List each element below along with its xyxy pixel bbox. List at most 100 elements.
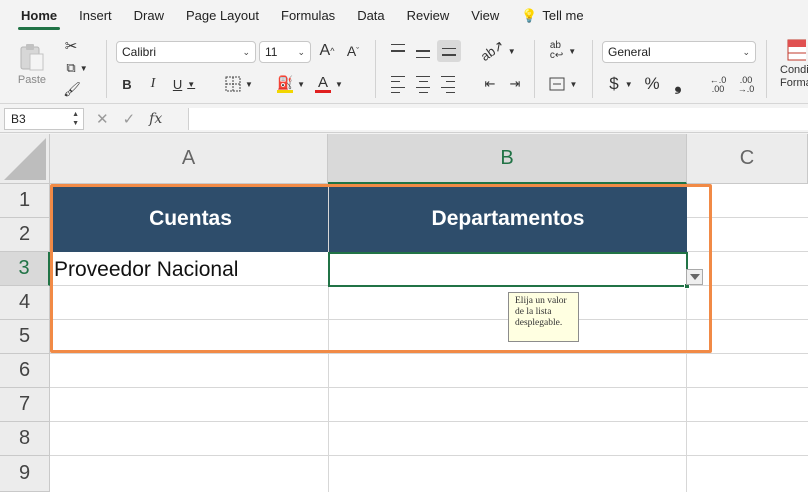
decrease-decimal-button[interactable]: .00 →.0 (734, 74, 758, 96)
orientation-button[interactable]: ab↗ ▼ (478, 37, 516, 64)
chevron-down-icon: ▼ (187, 79, 196, 89)
increase-decimal-button[interactable]: ←.0 .00 (706, 74, 730, 96)
column-header-b[interactable]: B (328, 134, 687, 184)
validation-input-message: Elija un valor de la lista desplegable. (508, 292, 579, 342)
divider (106, 40, 107, 98)
worksheet-grid: A B C 1 2 3 4 5 6 7 8 9 Cuentas Departam… (0, 134, 808, 492)
wrap-text-button[interactable]: ab c↩ ▼ (545, 40, 581, 62)
italic-button[interactable]: I (144, 73, 162, 95)
decrease-font-size-button[interactable]: Aˇ (342, 40, 364, 62)
chevron-down-icon: ▼ (568, 46, 577, 56)
decrease-indent-button[interactable]: ⇤ (481, 73, 499, 95)
cell-b3-active[interactable] (328, 252, 690, 289)
ribbon-home: Paste ✂ ⧉ ▼ 🖌 Calibri ⌄ 11 ⌄ A ^ Aˇ B I U ▼ ▼… (0, 32, 808, 104)
insert-function-icon[interactable]: fx (149, 111, 162, 127)
tab-tell-me[interactable]: 💡 Tell me (510, 0, 594, 32)
copy-icon[interactable]: ⧉ ▼ (61, 59, 93, 77)
row-header-7[interactable]: 7 (0, 388, 50, 422)
row-header-4[interactable]: 4 (0, 286, 50, 320)
conditional-formatting-icon (787, 39, 806, 61)
merge-center-button[interactable]: ▼ (545, 73, 581, 95)
chevron-down-icon: ▼ (79, 63, 88, 73)
increase-indent-icon: ⇥ (509, 76, 521, 91)
tab-data[interactable]: Data (346, 0, 395, 32)
lightbulb-icon: 💡 (521, 8, 538, 23)
gridline (50, 319, 808, 320)
tab-draw[interactable]: Draw (123, 0, 175, 32)
comma-style-button[interactable]: ❟ (670, 72, 686, 96)
chevron-down-icon: ▼ (335, 79, 343, 89)
formula-bar: B3 ▲ ▼ ✕ ✓ fx (0, 105, 808, 133)
font-name-dropdown[interactable]: Calibri ⌄ (116, 41, 256, 63)
chevron-down-icon: ▼ (569, 79, 578, 89)
clipboard-icon (20, 44, 44, 71)
font-color-button[interactable]: A ▼ (312, 72, 346, 96)
paint-bucket-icon: ⛽ (277, 75, 293, 93)
number-format-dropdown[interactable]: General ⌄ (602, 41, 756, 63)
paste-label: Paste (17, 74, 47, 86)
row-header-2[interactable]: 2 (0, 218, 50, 252)
formula-actions: ✕ ✓ fx (96, 108, 162, 130)
tab-review[interactable]: Review (396, 0, 461, 32)
chevron-down-icon: ⌄ (297, 47, 305, 57)
chevron-down-icon: ⌄ (242, 47, 250, 57)
wrap-text-icon: ab c↩ (549, 40, 564, 61)
enter-icon[interactable]: ✓ (123, 110, 136, 128)
chevron-down-icon: ▼ (245, 79, 253, 89)
font-color-icon: A (315, 75, 332, 93)
cell-a3[interactable]: Proveedor Nacional (52, 254, 328, 286)
fill-color-button[interactable]: ⛽ ▼ (274, 72, 308, 96)
increase-font-size-button[interactable]: A ^ (316, 40, 338, 62)
tab-page-layout[interactable]: Page Layout (175, 0, 270, 32)
percent-button[interactable]: % (642, 72, 662, 96)
align-left-button[interactable] (388, 73, 408, 95)
divider (766, 40, 767, 98)
ribbon-tabs: Home Insert Draw Page Layout Formulas Da… (0, 0, 808, 32)
cut-icon[interactable]: ✂ (62, 37, 80, 55)
align-middle-button[interactable] (413, 40, 433, 62)
validation-dropdown-button[interactable] (686, 269, 703, 285)
borders-icon (225, 76, 241, 92)
row-header-1[interactable]: 1 (0, 184, 50, 218)
column-header-a[interactable]: A (50, 134, 328, 184)
underline-button[interactable]: U ▼ (170, 73, 198, 95)
row-header-8[interactable]: 8 (0, 422, 50, 456)
cancel-icon[interactable]: ✕ (96, 110, 109, 128)
header-cell-cuentas[interactable]: Cuentas (53, 186, 328, 252)
tab-home[interactable]: Home (10, 0, 68, 32)
tab-view[interactable]: View (460, 0, 510, 32)
row-header-6[interactable]: 6 (0, 354, 50, 388)
align-center-button[interactable] (413, 73, 433, 95)
borders-button[interactable]: ▼ (222, 73, 256, 95)
row-header-9[interactable]: 9 (0, 456, 50, 492)
row-header-5[interactable]: 5 (0, 320, 50, 354)
chevron-down-icon: ▼ (624, 79, 633, 89)
currency-button[interactable]: $ ▼ (604, 72, 638, 96)
divider (375, 40, 376, 98)
align-bottom-button[interactable] (437, 40, 461, 62)
paste-button[interactable]: Paste (12, 38, 52, 90)
gridline (50, 455, 808, 456)
conditional-formatting-button[interactable]: Condi Forma (776, 38, 808, 100)
column-header-c[interactable]: C (687, 134, 808, 184)
tab-formulas[interactable]: Formulas (270, 0, 346, 32)
align-top-button[interactable] (388, 40, 408, 62)
divider (592, 40, 593, 98)
gridline (50, 387, 808, 388)
bold-button[interactable]: B (118, 73, 136, 95)
formula-input[interactable] (188, 108, 808, 130)
font-size-dropdown[interactable]: 11 ⌄ (259, 41, 311, 63)
name-box[interactable]: B3 ▲ ▼ (4, 108, 84, 130)
select-all-button[interactable] (0, 134, 50, 184)
format-painter-icon[interactable]: 🖌 (62, 80, 82, 98)
chevron-down-icon: ▼ (507, 46, 516, 56)
gridline (50, 353, 808, 354)
stepper-icon: ▲ ▼ (72, 111, 79, 127)
merge-icon (549, 77, 565, 91)
row-header-3[interactable]: 3 (0, 252, 50, 286)
align-right-button[interactable] (438, 73, 458, 95)
header-cell-departamentos[interactable]: Departamentos (329, 186, 687, 252)
chevron-down-icon: ▼ (297, 79, 306, 89)
tab-insert[interactable]: Insert (68, 0, 123, 32)
increase-indent-button[interactable]: ⇥ (506, 73, 524, 95)
